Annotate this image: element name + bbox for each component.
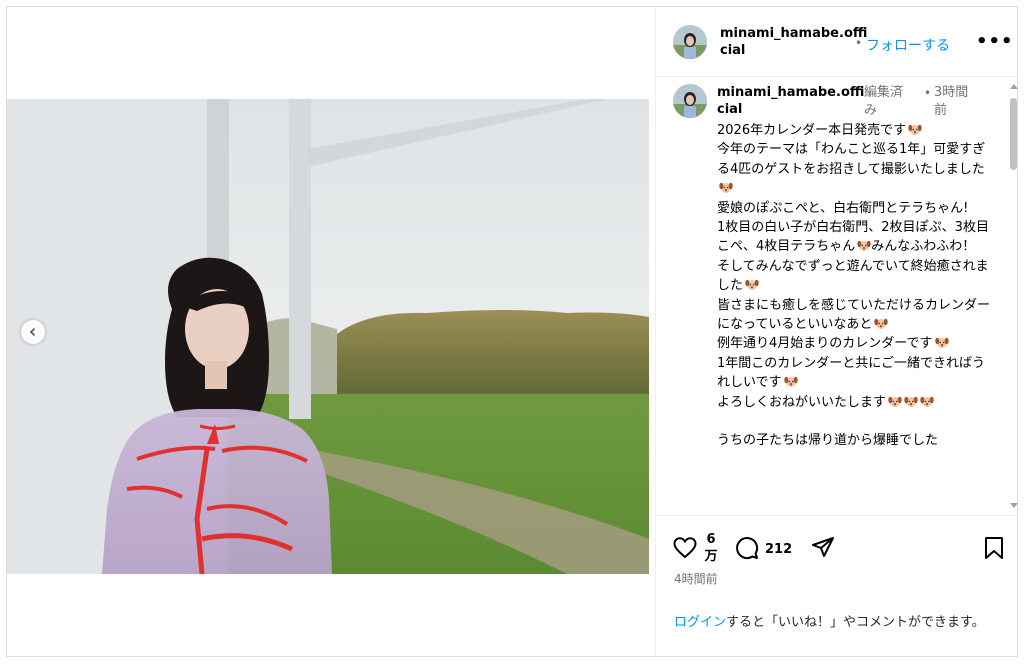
separator-dot: •: [855, 36, 863, 50]
caption-spacer: [717, 412, 993, 431]
dog-emoji-icon: [783, 375, 798, 388]
scroll-down-icon[interactable]: [1010, 503, 1018, 508]
caption-line: 愛娘のぽぷこぺと、白右衛門とテラちゃん!: [717, 200, 969, 216]
previous-image-button[interactable]: [21, 320, 45, 344]
post-header: minami_hamabe.offi cial • フォローする •••: [656, 7, 1019, 77]
dog-emoji-icon: [934, 336, 949, 349]
chevron-left-icon: [29, 327, 36, 337]
caption-scrollbar[interactable]: [1008, 78, 1018, 515]
caption-avatar[interactable]: [673, 84, 707, 118]
caption-line: 1年間このカレンダーと共にご一緒できればうれしいです: [717, 355, 986, 391]
post-timestamp[interactable]: 4時間前: [674, 570, 718, 587]
separator-dot: •: [924, 86, 932, 100]
caption-line: 今年のテーマは「わんこと巡る1年」可愛すぎる4匹のゲストをお招きして撮影いたしま…: [717, 140, 993, 198]
dog-emoji-icon: [904, 395, 918, 408]
caption-area: minami_hamabe.offi cial 編集済み • 3時間前 2026…: [656, 78, 1008, 515]
caption-text: 2026年カレンダー本日発売です 今年のテーマは「わんこと巡る1年」可愛すぎる4…: [717, 121, 993, 451]
dog-emoji-icon: [888, 395, 902, 408]
share-icon[interactable]: [811, 536, 835, 560]
caption-username-line1: minami_hamabe.offi: [717, 85, 865, 100]
dog-emoji-icon: [874, 317, 889, 330]
avatar[interactable]: [673, 25, 707, 59]
more-options-icon[interactable]: •••: [976, 31, 1014, 52]
caption-line: 皆さまにも癒しを感じていただけるカレンダーになっているといいなあと: [717, 297, 991, 333]
comment-count[interactable]: 212: [765, 542, 792, 557]
login-link[interactable]: ログイン: [674, 615, 726, 630]
login-prompt: ログインすると「いいね！」やコメントができます。: [674, 613, 994, 632]
likes-count[interactable]: 6 万: [704, 531, 718, 565]
dog-emoji-icon: [908, 123, 922, 136]
login-prompt-text: すると「いいね！」やコメントができます。: [726, 615, 985, 630]
post-dialog: minami_hamabe.offi cial • フォローする ••• min…: [6, 6, 1019, 657]
dog-emoji-icon: [719, 181, 733, 194]
post-photo[interactable]: [7, 99, 649, 574]
action-bar: 6 万 212 4時間前 ログインすると「いいね！」やコメントができます。: [656, 515, 1019, 656]
post-side-panel: minami_hamabe.offi cial • フォローする ••• min…: [655, 7, 1019, 656]
edited-label: 編集済み: [864, 85, 904, 118]
comment-icon[interactable]: [735, 536, 759, 560]
dog-emoji-icon: [920, 395, 934, 408]
header-username[interactable]: minami_hamabe.offi cial: [720, 25, 867, 59]
caption-username[interactable]: minami_hamabe.offi cial: [717, 84, 864, 118]
photo-illustration: [7, 99, 649, 574]
header-username-line1: minami_hamabe.offi: [720, 26, 868, 41]
caption-line: 例年通り4月始まりのカレンダーです: [717, 334, 993, 353]
heart-icon[interactable]: [673, 537, 697, 559]
caption-username-line2: cial: [717, 102, 743, 117]
avatar-image: [673, 84, 707, 118]
avatar-image: [673, 25, 707, 59]
header-username-line2: cial: [720, 43, 746, 58]
caption-line: 2026年カレンダー本日発売です: [717, 121, 993, 140]
caption-line: うちの子たちは帰り道から爆睡でした: [717, 433, 939, 449]
dog-emoji-icon: [857, 239, 871, 252]
likes-count-line1: 6: [706, 532, 716, 547]
caption-line: 1枚目の白い子が白右衛門、2枚目ぽぷ、3枚目こぺ、4枚目テラちゃん みんなふわふわ…: [717, 220, 989, 255]
bookmark-icon[interactable]: [983, 536, 1005, 560]
likes-count-line2: 万: [704, 549, 718, 564]
caption-line: そしてみんなでずっと遊んでいて終始癒されました: [717, 258, 989, 294]
dog-emoji-icon: [745, 278, 759, 291]
follow-button[interactable]: フォローする: [866, 35, 950, 55]
caption-line: よろしくおねがいいたします: [717, 393, 993, 412]
media-panel: [7, 7, 655, 656]
scroll-thumb[interactable]: [1010, 98, 1017, 170]
scroll-up-icon[interactable]: [1010, 84, 1018, 89]
caption-time[interactable]: 3時間前: [934, 84, 978, 120]
